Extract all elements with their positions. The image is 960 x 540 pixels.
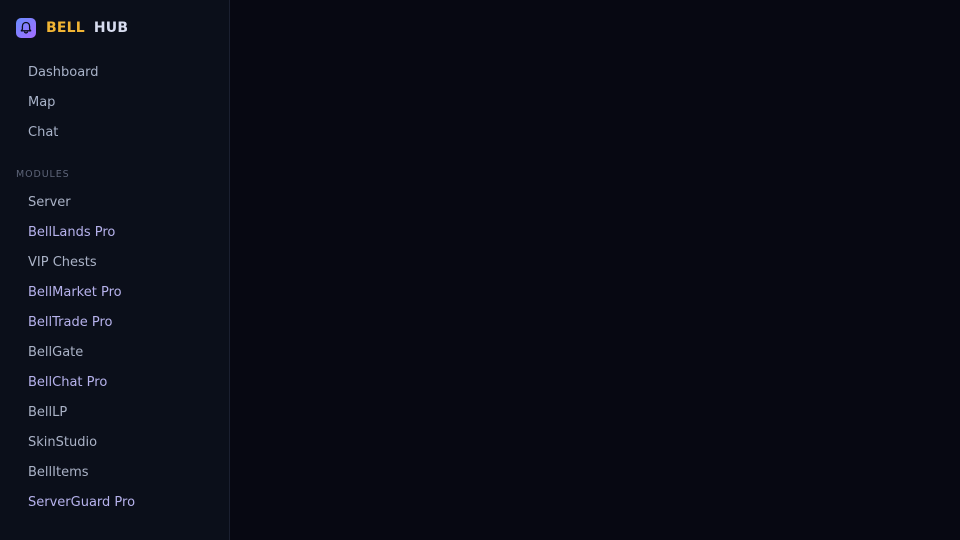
sidebar-item-server[interactable]: Server bbox=[28, 193, 71, 213]
sidebar-item-belllp[interactable]: BellLP bbox=[28, 403, 67, 423]
sidebar-item-dashboard[interactable]: Dashboard bbox=[28, 63, 99, 83]
sidebar-item-chat[interactable]: Chat bbox=[28, 123, 58, 143]
sidebar-item-bellchat-pro[interactable]: BellChat Pro bbox=[28, 373, 107, 393]
sidebar: BELL HUB Dashboard Map Chat MODULES Serv… bbox=[0, 0, 230, 540]
sidebar-item-bellitems[interactable]: BellItems bbox=[28, 463, 89, 483]
brand-logo-link[interactable]: BELL HUB bbox=[16, 17, 128, 39]
sidebar-item-map[interactable]: Map bbox=[28, 93, 55, 113]
main-content-area bbox=[230, 0, 960, 540]
sidebar-item-belltrade-pro[interactable]: BellTrade Pro bbox=[28, 313, 113, 333]
sidebar-item-skinstudio[interactable]: SkinStudio bbox=[28, 433, 97, 453]
brand-name-hub: HUB bbox=[93, 20, 129, 36]
brand-name-bell: BELL bbox=[46, 20, 85, 36]
sidebar-item-serverguard-pro[interactable]: ServerGuard Pro bbox=[28, 493, 135, 513]
sidebar-item-bellmarket-pro[interactable]: BellMarket Pro bbox=[28, 283, 122, 303]
bell-icon bbox=[16, 18, 36, 38]
sidebar-item-belllands-pro[interactable]: BellLands Pro bbox=[28, 223, 115, 243]
modules-section-heading: MODULES bbox=[16, 169, 70, 180]
app-window: BELL HUB Dashboard Map Chat MODULES Serv… bbox=[0, 0, 960, 540]
sidebar-item-bellgate[interactable]: BellGate bbox=[28, 343, 83, 363]
sidebar-item-vip-chests[interactable]: VIP Chests bbox=[28, 253, 97, 273]
